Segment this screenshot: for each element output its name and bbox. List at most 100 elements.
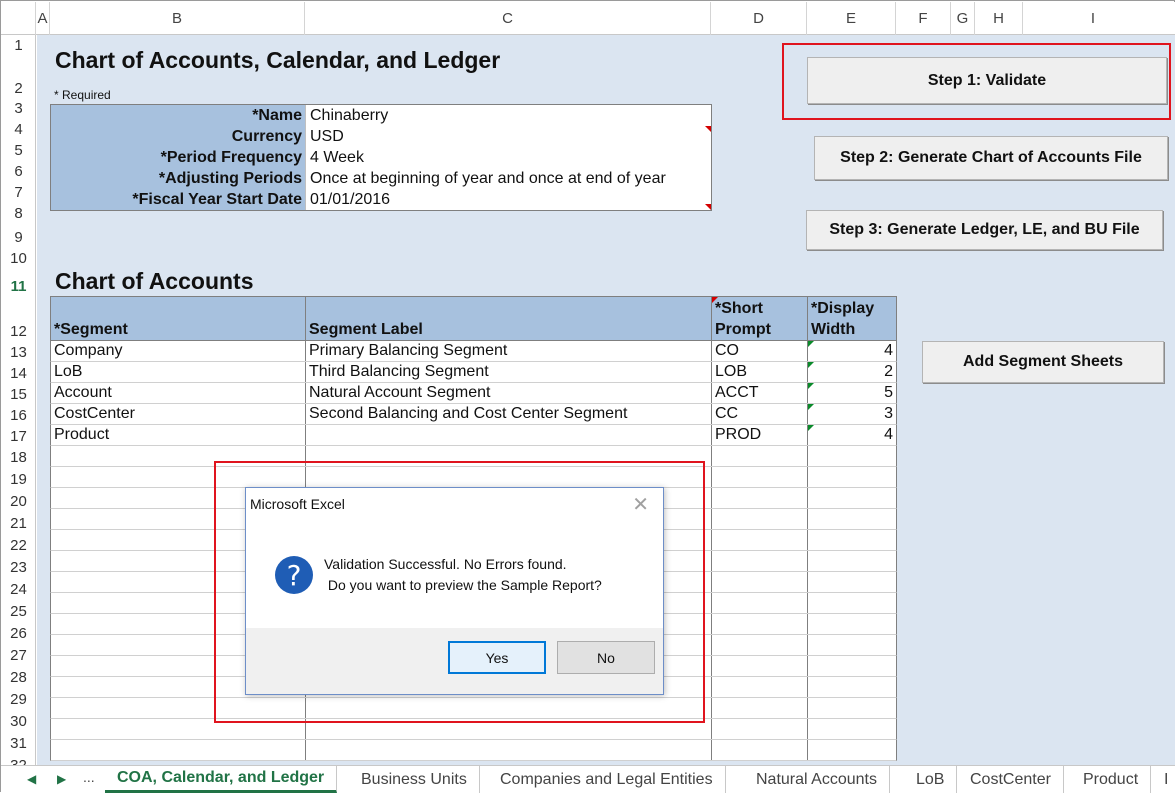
column-header-h[interactable]: H (975, 2, 1023, 35)
row-header-11[interactable]: 11 (1, 278, 36, 297)
segment-label-cell[interactable] (306, 425, 712, 445)
period-frequency-field[interactable]: 4 Week (305, 147, 711, 168)
short-prompt-cell[interactable] (712, 698, 808, 718)
display-width-cell[interactable] (808, 446, 896, 466)
error-indicator-icon[interactable] (808, 341, 814, 347)
column-header-i[interactable]: I (1023, 2, 1163, 35)
row-header-7[interactable]: 7 (1, 184, 36, 203)
tab-costcenter[interactable]: CostCenter (958, 766, 1064, 793)
display-width-cell[interactable] (808, 467, 896, 487)
display-width-cell[interactable] (808, 509, 896, 529)
error-indicator-icon[interactable] (808, 425, 814, 431)
row-header-14[interactable]: 14 (1, 365, 36, 384)
more-tabs-button[interactable]: ... (83, 769, 95, 785)
generate-coa-button[interactable]: Step 2: Generate Chart of Accounts File (814, 136, 1168, 180)
segment-cell[interactable]: Account (51, 383, 306, 403)
display-width-cell[interactable] (808, 488, 896, 508)
row-header-18[interactable]: 18 (1, 449, 36, 468)
short-prompt-cell[interactable] (712, 446, 808, 466)
currency-field[interactable]: USD (305, 126, 711, 147)
comment-indicator-icon[interactable] (705, 204, 711, 210)
fiscal-year-start-field[interactable]: 01/01/2016 (305, 189, 711, 210)
column-header-a[interactable]: A (36, 2, 50, 35)
row-header-5[interactable]: 5 (1, 142, 36, 161)
close-icon[interactable]: ✕ (632, 492, 649, 517)
select-all-corner[interactable] (1, 2, 36, 35)
row-header-15[interactable]: 15 (1, 386, 36, 405)
short-prompt-cell[interactable] (712, 677, 808, 697)
display-width-cell[interactable] (808, 593, 896, 613)
row-header-25[interactable]: 25 (1, 603, 36, 622)
row-header-23[interactable]: 23 (1, 559, 36, 578)
short-prompt-cell[interactable] (712, 488, 808, 508)
display-width-cell[interactable] (808, 551, 896, 571)
row-header-8[interactable]: 8 (1, 205, 36, 224)
tab-coa-calendar-ledger[interactable]: COA, Calendar, and Ledger (105, 766, 338, 793)
validate-button[interactable]: Step 1: Validate (807, 57, 1167, 104)
short-prompt-cell[interactable]: PROD (712, 425, 808, 445)
row-header-27[interactable]: 27 (1, 647, 36, 666)
row-header-31[interactable]: 31 (1, 735, 36, 754)
tab-business-units[interactable]: Business Units (349, 766, 480, 793)
display-width-cell[interactable] (808, 740, 896, 760)
display-width-cell[interactable] (808, 656, 896, 676)
display-width-cell[interactable]: 4 (808, 341, 896, 361)
add-segment-sheets-button[interactable]: Add Segment Sheets (922, 341, 1164, 383)
short-prompt-cell[interactable]: CO (712, 341, 808, 361)
error-indicator-icon[interactable] (808, 383, 814, 389)
row-header-29[interactable]: 29 (1, 691, 36, 710)
column-header-f[interactable]: F (896, 2, 951, 35)
row-header-17[interactable]: 17 (1, 428, 36, 447)
column-header-d[interactable]: D (711, 2, 807, 35)
segment-cell[interactable]: CostCenter (51, 404, 306, 424)
display-width-cell[interactable]: 2 (808, 362, 896, 382)
display-width-cell[interactable] (808, 614, 896, 634)
row-header-28[interactable]: 28 (1, 669, 36, 688)
display-width-cell[interactable] (808, 698, 896, 718)
display-width-cell[interactable] (808, 719, 896, 739)
short-prompt-cell[interactable] (712, 614, 808, 634)
column-header-b[interactable]: B (50, 2, 305, 35)
short-prompt-cell[interactable] (712, 551, 808, 571)
yes-button[interactable]: Yes (448, 641, 546, 674)
short-prompt-cell[interactable] (712, 740, 808, 760)
column-header-c[interactable]: C (305, 2, 711, 35)
segment-cell[interactable]: LoB (51, 362, 306, 382)
segment-label-cell[interactable]: Third Balancing Segment (306, 362, 712, 382)
column-header-g[interactable]: G (951, 2, 975, 35)
row-header-26[interactable]: 26 (1, 625, 36, 644)
short-prompt-cell[interactable] (712, 656, 808, 676)
comment-indicator-icon[interactable] (712, 297, 718, 303)
row-header-4[interactable]: 4 (1, 121, 36, 140)
display-width-cell[interactable] (808, 635, 896, 655)
generate-ledger-button[interactable]: Step 3: Generate Ledger, LE, and BU File (806, 210, 1163, 250)
row-header-3[interactable]: 3 (1, 100, 36, 119)
short-prompt-cell[interactable]: LOB (712, 362, 808, 382)
row-header-12[interactable]: 12 (1, 323, 36, 342)
row-header-21[interactable]: 21 (1, 515, 36, 534)
short-prompt-cell[interactable] (712, 635, 808, 655)
adjusting-periods-field[interactable]: Once at beginning of year and once at en… (305, 168, 711, 189)
row-header-1[interactable]: 1 (1, 37, 36, 56)
segment-cell[interactable]: Product (51, 425, 306, 445)
row-header-6[interactable]: 6 (1, 163, 36, 182)
row-header-22[interactable]: 22 (1, 537, 36, 556)
error-indicator-icon[interactable] (808, 362, 814, 368)
short-prompt-cell[interactable]: ACCT (712, 383, 808, 403)
row-header-19[interactable]: 19 (1, 471, 36, 490)
short-prompt-cell[interactable] (712, 593, 808, 613)
row-header-10[interactable]: 10 (1, 250, 36, 269)
scroll-tabs-left-icon[interactable]: ◀ (27, 772, 36, 786)
display-width-cell[interactable]: 4 (808, 425, 896, 445)
short-prompt-cell[interactable] (712, 509, 808, 529)
name-field[interactable]: Chinaberry (305, 105, 711, 126)
short-prompt-cell[interactable] (712, 572, 808, 592)
display-width-cell[interactable] (808, 530, 896, 550)
display-width-cell[interactable] (808, 572, 896, 592)
segment-label-cell[interactable] (306, 740, 712, 760)
short-prompt-cell[interactable] (712, 719, 808, 739)
tab-natural-accounts[interactable]: Natural Accounts (744, 766, 890, 793)
display-width-cell[interactable] (808, 677, 896, 697)
row-header-20[interactable]: 20 (1, 493, 36, 512)
tab-product[interactable]: Product (1071, 766, 1152, 793)
